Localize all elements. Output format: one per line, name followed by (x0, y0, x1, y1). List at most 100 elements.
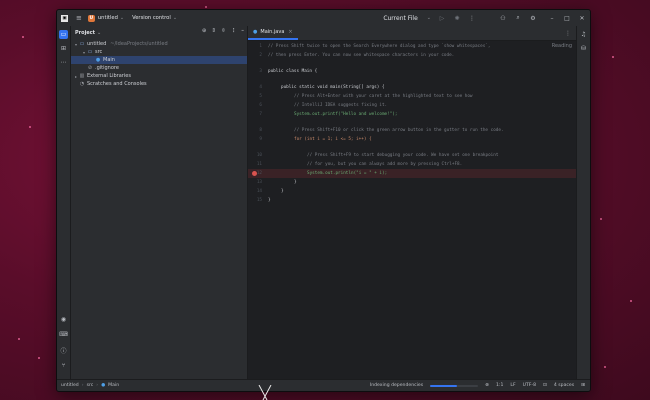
progress-fill (430, 384, 457, 387)
desktop-star (38, 357, 40, 359)
database-icon[interactable]: ⛁ (579, 44, 588, 53)
project-panel-tools: ⊕ ⇕ ⇳ ⋮ – (202, 28, 244, 34)
vcs-status-icon[interactable]: ⊞ (581, 383, 585, 388)
code-text: } (268, 198, 271, 203)
tree-item-main[interactable]: ● Main (71, 56, 247, 64)
code-line: 4 public static void main(String[] args)… (248, 83, 576, 92)
run-config-selector[interactable]: Current File (383, 15, 417, 22)
lock-icon[interactable]: ⊡ (543, 383, 547, 388)
code-line: 6 // IntelliJ IDEA suggests fixing it. (248, 101, 576, 110)
notifications-icon[interactable]: ♫ (579, 30, 588, 39)
breadcrumb-item[interactable]: src (87, 383, 94, 388)
line-number: 6 (259, 103, 262, 108)
class-icon: ● (95, 57, 101, 63)
file-encoding[interactable]: UTF-8 (523, 383, 536, 388)
line-separator[interactable]: LF (510, 383, 515, 388)
terminal-icon[interactable]: ⌨ (59, 330, 68, 339)
caret-position[interactable]: 1:1 (496, 383, 503, 388)
run-icon[interactable]: ▷ (438, 15, 446, 22)
code-line: 15 } (248, 196, 576, 205)
expand-icon[interactable]: ⇕ (212, 28, 217, 34)
git-icon[interactable]: ⑂ (59, 361, 68, 370)
code-text: // Press Shift+F10 or click the green ar… (294, 128, 504, 133)
vcs-widget[interactable]: Version control (132, 15, 171, 21)
project-panel-title[interactable]: Project (75, 30, 95, 36)
folder-icon: ▭ (87, 49, 93, 55)
gear-icon[interactable]: ⚙ (529, 15, 537, 22)
locate-icon[interactable]: ⊕ (202, 28, 207, 34)
line-number: 2 (259, 53, 262, 58)
main-menu-icon[interactable]: ≡ (76, 14, 82, 22)
code-text: // for you, but you can always add more … (307, 162, 463, 167)
project-folder-icon[interactable]: ▭ (59, 30, 68, 39)
line-number: 7 (259, 112, 262, 117)
breakpoint-icon[interactable] (252, 171, 257, 176)
breadcrumb-item[interactable]: untitled (61, 383, 79, 388)
services-icon[interactable]: ◉ (59, 315, 68, 324)
close-icon[interactable]: × (288, 29, 292, 35)
account-icon[interactable]: ⚇ (499, 15, 507, 22)
code-text: // Press Alt+Enter with your caret at th… (294, 94, 473, 99)
indexing-progress-bar[interactable] (430, 384, 479, 387)
problems-icon[interactable]: ⓘ (59, 346, 68, 355)
tab-main-java[interactable]: ● Main.java × (248, 26, 298, 40)
code-text: // Press Shift twice to open the Search … (268, 44, 491, 49)
class-icon: ● (253, 29, 258, 35)
search-icon[interactable]: ⌕ (514, 14, 522, 22)
breakpoint-line: 12 System.out.println("i = " + i); (248, 169, 576, 178)
code-text: } (281, 189, 284, 194)
project-panel: Project ⌄ ⊕ ⇕ ⇳ ⋮ – ▾ ▭ untitled ~/IdeaP… (71, 26, 248, 380)
file-icon: ⊘ (87, 65, 93, 71)
tree-item-scratches[interactable]: ◔ Scratches and Consoles (71, 80, 247, 88)
code-line: 7 System.out.printf("Hello and welcome!"… (248, 110, 576, 119)
editor-area: ● Main.java × ⋮ Reading 1 // Press Shift… (248, 26, 576, 380)
options-icon[interactable]: ⋮ (231, 28, 237, 34)
tree-item-src[interactable]: ▾ ▭ src (71, 48, 247, 56)
code-line: 8 // Press Shift+F10 or click the green … (248, 126, 576, 135)
structure-icon[interactable]: ⊞ (59, 44, 68, 53)
indent-setting[interactable]: 4 spaces (554, 383, 574, 388)
project-name[interactable]: untitled (98, 15, 118, 21)
maximize-icon[interactable]: □ (563, 15, 571, 22)
status-bar: untitled › src › ● Main Indexing depende… (57, 379, 590, 391)
desktop-star (29, 126, 31, 128)
cancel-icon[interactable]: ⊗ (485, 383, 489, 388)
code-text: System.out.println("i = " + i); (307, 171, 388, 176)
line-number: 14 (256, 189, 262, 194)
chevron-down-icon[interactable]: ⌄ (120, 15, 124, 21)
chevron-down-icon[interactable]: ⌄ (173, 15, 177, 21)
close-icon[interactable]: ✕ (578, 15, 586, 22)
breadcrumb-item[interactable]: Main (108, 383, 119, 388)
line-number: 8 (259, 128, 262, 133)
more-icon[interactable]: ⋮ (468, 15, 476, 22)
line-number: 5 (259, 94, 262, 99)
project-panel-header: Project ⌄ ⊕ ⇕ ⇳ ⋮ – (71, 26, 247, 40)
tree-item-label: untitled (87, 41, 107, 47)
collapse-icon[interactable]: ⇳ (221, 28, 226, 34)
chevron-right-icon: › (81, 383, 84, 388)
code-text: public static void main(String[] args) { (281, 85, 385, 90)
editor-tabs: ● Main.java × ⋮ (248, 26, 576, 41)
tree-item-external-libraries[interactable]: ▸ ▥ External Libraries (71, 72, 247, 80)
desktop-star (600, 218, 602, 220)
chevron-down-icon[interactable]: ⌄ (427, 15, 431, 21)
line-number: 12 (256, 171, 262, 176)
line-number: 15 (256, 198, 262, 203)
progress-label[interactable]: Indexing dependencies (370, 383, 423, 388)
app-logo-icon: ▣ (61, 14, 68, 22)
chevron-down-icon[interactable]: ⌄ (97, 30, 101, 36)
tree-item-untitled[interactable]: ▾ ▭ untitled ~/IdeaProjects/untitled (71, 40, 247, 48)
line-number: 9 (259, 137, 262, 142)
folder-icon: ▭ (79, 41, 85, 47)
tree-item-label: External Libraries (87, 73, 131, 79)
code-line: 5 // Press Alt+Enter with your caret at … (248, 92, 576, 101)
debug-icon[interactable]: ✺ (453, 15, 461, 22)
hide-icon[interactable]: – (241, 28, 244, 34)
tab-label: Main.java (260, 29, 285, 35)
tree-item-gitignore[interactable]: ⊘ .gitignore (71, 64, 247, 72)
more-tools-icon[interactable]: ⋯ (59, 58, 68, 67)
project-badge[interactable]: U (87, 14, 95, 22)
line-number: 4 (259, 85, 262, 90)
minimize-icon[interactable]: – (548, 15, 556, 22)
more-icon[interactable]: ⋮ (565, 30, 571, 37)
